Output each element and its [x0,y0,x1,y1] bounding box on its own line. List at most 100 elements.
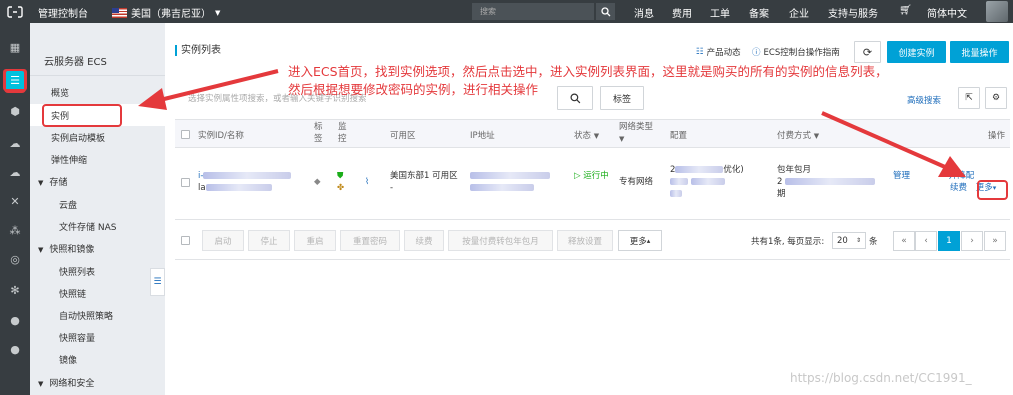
select-all-checkbox[interactable] [181,130,190,139]
monitor-badge-icon[interactable]: ✤ [337,182,344,194]
start-button[interactable]: 启动 [202,230,244,251]
create-instance-button[interactable]: 创建实例 [887,41,946,63]
column-label: 付费方式 [777,131,812,141]
convert-to-subscription-button[interactable]: 按量付费转包年包月 [448,230,553,251]
nav-language[interactable]: 简体中文 [927,5,967,20]
cloud-upload-icon[interactable]: ☁︎ [6,164,24,180]
pagination-summary: 共有1条, 每页显示: [751,237,825,247]
ecs-guide-link[interactable]: ⓘ ECS控制台操作指南 [752,46,840,58]
region-selector[interactable]: 美国（弗吉尼亚） ▼ [112,5,220,20]
search-button[interactable] [596,3,615,20]
network-icon[interactable]: ✕ [6,193,24,209]
tag-icon[interactable]: ◆ [314,176,321,188]
more-batch-button[interactable]: 更多 ▴ [618,230,662,251]
sidebar-item-nas[interactable]: 文件存储 NAS [59,220,116,233]
sidebar-item-overview[interactable]: 概览 [51,86,69,99]
column-header-network[interactable]: 网络类型 ▼ [619,121,653,145]
stop-button[interactable]: 停止 [248,230,290,251]
aliyun-logo[interactable] [0,0,30,23]
nav-enterprise[interactable]: 企业 [789,5,809,20]
nav-billing[interactable]: 费用 [672,5,692,20]
gear-icon[interactable]: ✻ [6,282,24,298]
upgrade-link[interactable]: 升降配 [949,171,975,181]
advanced-search-link[interactable]: 高级搜索 [907,94,941,106]
column-header-status[interactable]: 状态 ▼ [574,129,599,141]
security-shield-icon[interactable]: ⛊ [337,170,343,182]
cart-icon[interactable]: 🛒︎ [899,5,912,16]
column-header: 监控 [338,122,347,144]
link-label: 产品动态 [706,48,741,58]
nav-icp[interactable]: 备案 [749,5,769,20]
renew-link[interactable]: 续费 [950,183,967,193]
select-all-checkbox-bottom[interactable] [181,236,190,245]
row-checkbox[interactable] [181,178,190,187]
nav-messages[interactable]: 消息 [634,5,654,20]
redacted-text [470,184,534,191]
instance-id-name[interactable]: i- la [198,170,292,194]
caret-down-icon: ▼ [593,132,600,140]
list-icon: ☷ [696,47,704,57]
search-icon [600,6,610,16]
sidebar-group-storage[interactable]: ▼ 存储 [38,175,67,188]
sidebar-item-launch-templates[interactable]: 实例启动模板 [51,131,105,144]
sidebar-group-snapshots-images[interactable]: ▼ 快照和镜像 [38,242,94,255]
sidebar-group-label: 存储 [49,178,68,188]
nav-support[interactable]: 支持与服务 [828,5,878,20]
avatar[interactable] [986,1,1008,22]
console-title[interactable]: 管理控制台 [38,5,88,20]
reset-password-button[interactable]: 重置密码 [340,230,400,251]
sidebar-item-autoscaling[interactable]: 弹性伸缩 [51,153,87,166]
sidebar-item-snapshot-list[interactable]: 快照列表 [59,265,95,278]
dot-icon[interactable]: ● [6,341,24,357]
column-header-billing[interactable]: 付费方式 ▼ [777,129,819,141]
page-size-select[interactable]: 20 ⇕ [832,232,866,249]
batch-operations-button[interactable]: 批量操作 [950,41,1009,63]
filter-search-button[interactable] [557,86,593,110]
shield-icon[interactable]: ⬢ [6,103,24,119]
pagination-suffix: 条 [869,237,878,247]
manage-link[interactable]: 管理 [893,171,910,181]
product-news-link[interactable]: ☷ 产品动态 [696,46,741,58]
config-suffix: 优化) [723,165,744,175]
instance-table-header: 实例ID/名称 标签 监控 可用区 IP地址 状态 ▼ 网络类型 ▼ 配置 付费方… [175,119,1010,148]
sidebar-collapse-toggle[interactable]: ☰ [150,268,165,296]
next-page-button[interactable]: › [961,231,983,251]
release-settings-button[interactable]: 释放设置 [557,230,613,251]
page-1-button[interactable]: 1 [938,231,960,251]
sidebar-item-images[interactable]: 镜像 [59,353,77,366]
sidebar-title: 云服务器 ECS [44,57,107,68]
status-badge: ▷ 运行中 [574,170,610,182]
globe-icon[interactable]: ◎ [6,251,24,267]
sidebar-item-disks[interactable]: 云盘 [59,198,77,211]
annotation-text-line1: 进入ECS首页，找到实例选项，然后点击选中，进入实例列表界面，这里就是购买的所有… [288,64,888,79]
help-icon: ⓘ [752,48,761,58]
nodes-icon[interactable]: ⁂ [6,222,24,238]
batch-action-bar: 启动 停止 重启 重置密码 续费 按量付费转包年包月 释放设置 更多 ▴ [175,222,1010,260]
sidebar-group-label: 快照和镜像 [49,245,95,255]
column-header: IP地址 [470,131,495,141]
last-page-button[interactable]: » [984,231,1006,251]
monitor-chart-icon[interactable]: ⌇ [365,176,369,188]
refresh-button[interactable]: ⟳ [854,41,881,63]
sidebar-item-snapshot-chain[interactable]: 快照链 [59,287,86,300]
export-button[interactable]: ⇱ [958,87,980,109]
search-input[interactable]: 搜索 [472,3,594,20]
restart-button[interactable]: 重启 [294,230,336,251]
cloud-icon[interactable]: ☁︎ [6,135,24,151]
sidebar-item-snapshot-capacity[interactable]: 快照容量 [59,331,95,344]
tag-filter-button[interactable]: 标签 [600,86,644,110]
prev-page-button[interactable]: ‹ [915,231,937,251]
sidebar-item-auto-snapshot-policy[interactable]: 自动快照策略 [59,309,113,322]
highlight-more-link [977,180,1008,200]
redacted-text [785,178,876,185]
settings-button[interactable]: ⚙︎ [985,87,1007,109]
renew-batch-button[interactable]: 续费 [404,230,444,251]
ip-address-cell [470,170,550,194]
gear-icon: ⚙︎ [991,93,1001,103]
nav-tickets[interactable]: 工单 [710,5,730,20]
first-page-button[interactable]: « [893,231,915,251]
sidebar-group-network-security[interactable]: ▼ 网络和安全 [38,376,94,389]
grid-icon[interactable]: ▦ [6,39,24,55]
redacted-text [670,190,682,197]
circle-icon[interactable]: ● [6,312,24,328]
